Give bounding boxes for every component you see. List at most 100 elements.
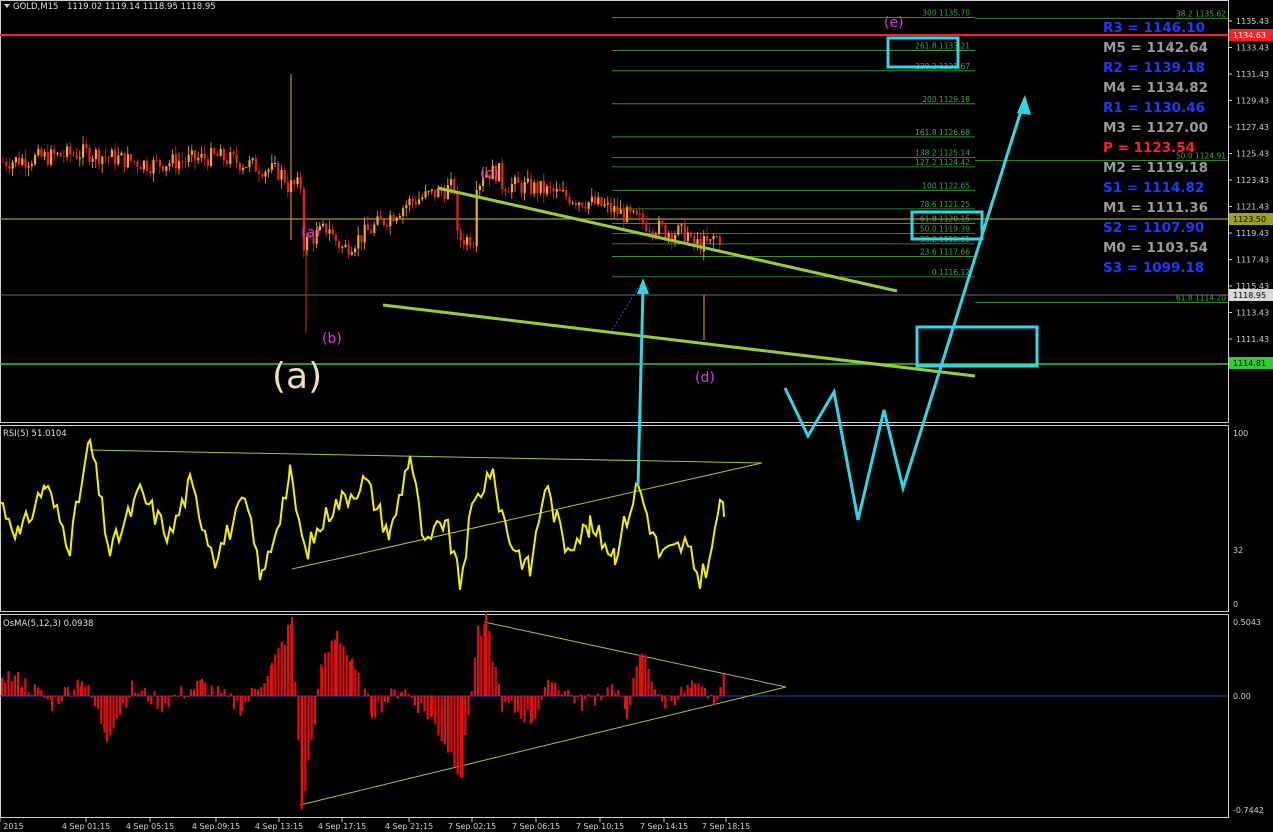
osma-bar: [443, 696, 446, 745]
candle-body: [206, 159, 209, 166]
osma-bar: [374, 696, 377, 718]
osma-bar: [201, 678, 204, 696]
osma-bar: [673, 696, 676, 706]
candle-body: [421, 197, 424, 200]
ohlc-readout: 1119.02 1119.14 1118.95 1118.95: [67, 2, 216, 12]
candle-body: [197, 157, 200, 161]
osma-bar: [140, 690, 143, 696]
candle-body: [34, 154, 37, 165]
osma-bar: [576, 696, 579, 698]
candle-body: [594, 196, 597, 204]
osma-bar: [554, 682, 557, 696]
osma-bar: [143, 688, 146, 696]
osma-bar: [614, 693, 617, 696]
candle-body: [168, 163, 171, 167]
candle-body: [658, 220, 661, 235]
candle-body: [133, 160, 136, 162]
osma-bar: [118, 696, 121, 716]
candle-body: [478, 185, 481, 191]
olive-line-tag: 1123.50: [1233, 215, 1266, 224]
pivot-level: S1 = 1114.82: [1103, 180, 1204, 196]
osma-bar: [504, 696, 507, 702]
candle-body: [11, 162, 14, 169]
osma-bar: [30, 694, 33, 696]
osma-bar: [43, 696, 46, 699]
candle-body: [174, 154, 177, 169]
candle-body: [226, 160, 229, 165]
osma-bar: [660, 694, 663, 696]
osma-bar: [189, 689, 192, 696]
osma-bar: [70, 695, 73, 697]
osma-bar: [257, 689, 260, 696]
candle-body: [635, 210, 638, 215]
candle-body: [5, 161, 8, 167]
candle-body: [267, 169, 270, 172]
wave-label: (e): [884, 15, 904, 31]
candle-body: [562, 190, 565, 192]
candle-body: [242, 167, 245, 170]
candle-body: [526, 178, 529, 183]
osma-bar: [27, 692, 30, 696]
candle-body: [574, 202, 577, 205]
osma-bar: [345, 654, 348, 696]
osma-bar: [109, 696, 112, 736]
osma-bar: [716, 696, 719, 700]
candle-body: [715, 235, 718, 237]
rsi-title: RSI(5) 51.0104: [3, 429, 67, 439]
candle-body: [293, 180, 296, 185]
osma-bar: [641, 653, 644, 696]
osma-bar: [694, 683, 697, 696]
fib-label: 127.2 1124.42: [915, 158, 970, 167]
candle-body: [43, 152, 46, 157]
osma-bar: [229, 693, 232, 696]
price-axis-label: 1135.43: [1236, 17, 1269, 26]
osma-bar: [434, 696, 437, 725]
candle-body: [2, 161, 5, 163]
candle-body: [446, 185, 449, 199]
osma-bar: [97, 696, 100, 709]
candle-body: [78, 157, 81, 159]
candle-body: [277, 162, 280, 180]
osma-bar: [437, 696, 440, 736]
osma-bar: [183, 696, 186, 699]
osma-bar: [37, 687, 40, 696]
candle-body: [565, 190, 568, 197]
candle-body: [357, 235, 360, 249]
candle-body: [190, 150, 193, 155]
osma-bar: [537, 696, 540, 710]
osma-bar: [540, 696, 543, 701]
osma-bar: [480, 635, 483, 696]
big-wave-label: (a): [272, 356, 322, 397]
osma-bar: [207, 694, 210, 696]
candle-body: [514, 177, 517, 185]
candle-body: [456, 191, 459, 232]
osma-bar: [579, 694, 582, 696]
candle-body: [14, 157, 17, 163]
candle-body: [101, 156, 104, 164]
candle-body: [235, 154, 238, 164]
osma-bar: [307, 696, 310, 761]
candle-body: [171, 154, 174, 164]
candle-body: [251, 158, 254, 161]
candle-body: [654, 234, 657, 236]
candle-body: [341, 247, 344, 249]
candle-body: [123, 152, 126, 168]
osma-bar: [274, 654, 277, 696]
osma-bar: [263, 683, 266, 696]
osma-bar: [161, 696, 164, 712]
osma-bar: [557, 690, 560, 696]
osma-bar: [560, 694, 563, 696]
time-axis-label: 7 Sep 02:15: [448, 822, 496, 831]
candle-body: [558, 188, 561, 192]
price-axis-label: 1111.43: [1236, 335, 1269, 344]
osma-bar: [125, 696, 128, 709]
candle-body: [258, 171, 261, 175]
osma-bar: [357, 672, 360, 696]
candle-body: [46, 152, 49, 165]
osma-bar: [266, 675, 269, 696]
osma-bar: [691, 680, 694, 696]
candle-body: [616, 206, 619, 214]
osma-bar: [461, 696, 464, 778]
candle-body: [373, 224, 376, 233]
osma-bar: [196, 680, 199, 696]
